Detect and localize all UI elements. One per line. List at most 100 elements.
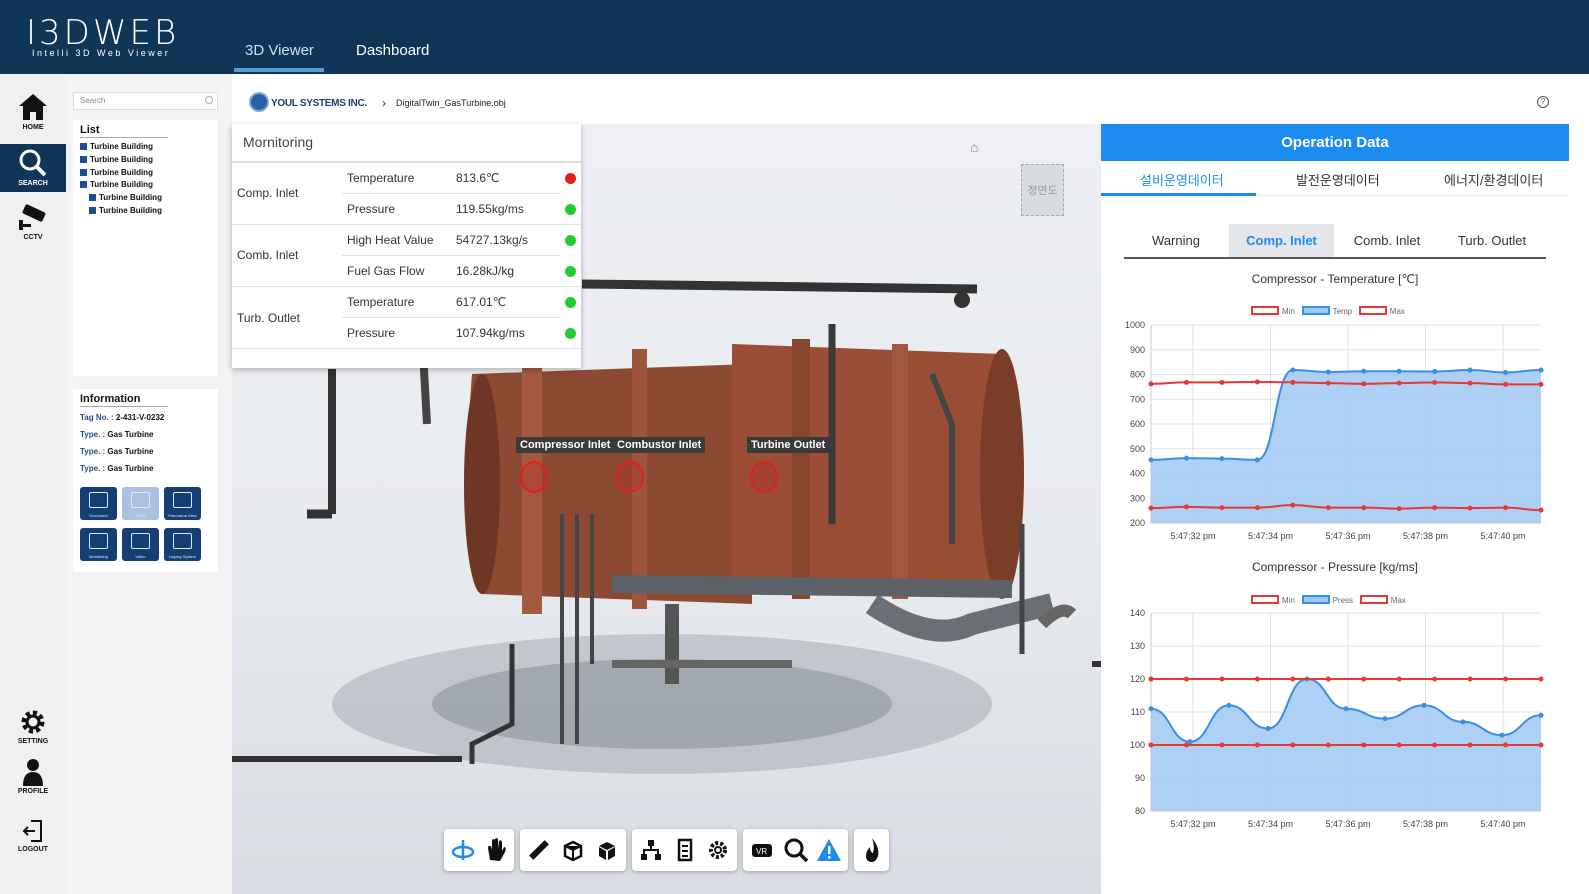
pid-button[interactable]: P&ID: [122, 487, 159, 520]
data-point: [1503, 676, 1509, 682]
info-key: Type. :: [80, 447, 106, 456]
hotspot-turbine-outlet[interactable]: [750, 461, 778, 493]
rail-profile-button[interactable]: PROFILE: [0, 758, 66, 810]
rail-search-label: SEARCH: [18, 180, 48, 187]
rotate-button[interactable]: [447, 834, 479, 866]
app-logo[interactable]: I3DWEB Intelli 3D Web Viewer: [26, 16, 179, 58]
pan-button[interactable]: [480, 834, 512, 866]
subtab-turb-outlet[interactable]: Turb. Outlet: [1440, 224, 1544, 258]
data-point: [1361, 368, 1367, 374]
legend-item[interactable]: Max: [1358, 306, 1405, 316]
data-point: [1148, 505, 1154, 511]
legend-item[interactable]: Min: [1251, 306, 1295, 316]
tab-facility-operation[interactable]: 설비운영데이터: [1140, 170, 1224, 189]
y-tick-label: 140: [1130, 608, 1145, 618]
company-logo[interactable]: YOUL SYSTEMS INC.: [249, 92, 367, 112]
tab-3d-viewer[interactable]: 3D Viewer: [245, 42, 314, 59]
y-tick-label: 110: [1131, 707, 1145, 717]
list-item[interactable]: Turbine Building: [80, 142, 153, 151]
metric-label: Pressure: [347, 202, 396, 216]
tool-label: Document: [89, 513, 108, 518]
tool-label: Video: [135, 554, 146, 559]
logout-icon: [22, 820, 42, 842]
active-tab-indicator: [234, 68, 324, 72]
tab-energy-environment[interactable]: 에너지/환경데이터: [1444, 170, 1543, 189]
section-box-icon: [563, 840, 583, 862]
list-item[interactable]: Turbine Building: [80, 168, 153, 177]
fire-button[interactable]: [856, 834, 888, 866]
breadcrumb-file[interactable]: DigitalTwin_GasTurbine.obj: [396, 98, 506, 108]
properties-button[interactable]: [669, 834, 701, 866]
y-tick-label: 700: [1130, 394, 1145, 404]
expand-icon[interactable]: [80, 169, 87, 176]
data-point: [1432, 505, 1438, 511]
search-input[interactable]: Search: [73, 92, 218, 110]
expand-icon[interactable]: [89, 194, 96, 201]
rail-logout-label: LOGOUT: [18, 846, 48, 853]
data-point: [1219, 456, 1225, 462]
video-button[interactable]: Video: [122, 528, 159, 561]
data-point: [1538, 712, 1544, 718]
rail-home-button[interactable]: HOME: [0, 92, 66, 144]
data-point: [1538, 507, 1544, 513]
list-item[interactable]: Turbine Building: [80, 180, 153, 189]
metric-label: High Heat Value: [347, 233, 434, 247]
expand-icon[interactable]: [80, 156, 87, 163]
data-point: [1183, 676, 1189, 682]
info-value: Gas Turbine: [107, 464, 154, 473]
data-point: [1148, 457, 1154, 463]
data-point: [1254, 457, 1260, 463]
panorama-view-button[interactable]: Panorama View: [164, 487, 201, 520]
subtab-comb-inlet[interactable]: Comb. Inlet: [1336, 224, 1438, 258]
rail-search-button[interactable]: SEARCH: [0, 144, 66, 192]
vr-button[interactable]: VR: [746, 834, 778, 866]
expand-icon[interactable]: [89, 207, 96, 214]
operation-data-title: Operation Data: [1101, 124, 1569, 161]
rail-logout-button[interactable]: LOGOUT: [0, 818, 66, 870]
x-tick-label: 5:47:32 pm: [1170, 531, 1215, 541]
list-item-label: Turbine Building: [90, 180, 153, 189]
document-button[interactable]: Document: [80, 487, 117, 520]
divider: [232, 224, 581, 225]
legend-item[interactable]: Temp: [1301, 306, 1352, 316]
zoom-button[interactable]: [780, 834, 812, 866]
divider: [342, 317, 560, 318]
rail-setting-button[interactable]: SETTING: [0, 708, 66, 760]
legend-swatch: [1251, 306, 1279, 315]
cube-icon: [599, 842, 615, 860]
tab-dashboard[interactable]: Dashboard: [356, 42, 429, 59]
home-view-icon[interactable]: ⌂: [970, 139, 978, 155]
warning-icon: [817, 839, 841, 861]
settings-button[interactable]: [702, 834, 734, 866]
warning-button[interactable]: [813, 834, 845, 866]
section-box-button[interactable]: [557, 834, 589, 866]
rail-cctv-button[interactable]: CCTV: [0, 202, 66, 254]
x-tick-label: 5:47:32 pm: [1170, 819, 1215, 829]
list-item-label: Turbine Building: [99, 206, 162, 215]
tab-power-operation[interactable]: 발전운영데이터: [1296, 170, 1380, 189]
y-tick-label: 80: [1135, 806, 1145, 816]
measure-button[interactable]: [523, 834, 555, 866]
collapse-icon[interactable]: [80, 181, 87, 188]
data-point: [1432, 369, 1438, 375]
measure-icon: [529, 840, 549, 860]
hierarchy-button[interactable]: [635, 834, 667, 866]
subtab-comp-inlet[interactable]: Comp. Inlet: [1229, 224, 1334, 258]
list-item[interactable]: Turbine Building: [89, 193, 162, 202]
help-icon[interactable]: ?: [1537, 96, 1549, 108]
expand-icon[interactable]: [80, 143, 87, 150]
cube-button[interactable]: [591, 834, 623, 866]
info-tag-row: Tag No. : 2-431-V-0232: [80, 413, 164, 422]
hotspot-compressor-inlet[interactable]: [520, 461, 548, 493]
view-cube[interactable]: 정면도: [1021, 164, 1064, 216]
subtab-warning[interactable]: Warning: [1125, 224, 1227, 258]
list-item[interactable]: Turbine Building: [89, 206, 162, 215]
group-label-comp-inlet: Comp. Inlet: [237, 186, 299, 200]
hotspot-combustor-inlet[interactable]: [616, 461, 644, 493]
monitoring-button[interactable]: Monitoring: [80, 528, 117, 561]
x-tick-label: 5:47:38 pm: [1403, 819, 1448, 829]
list-item[interactable]: Turbine Building: [80, 155, 153, 164]
legacy-system-button[interactable]: Legacy System: [164, 528, 201, 561]
data-point: [1290, 379, 1296, 385]
legend-label: Min: [1282, 307, 1295, 316]
